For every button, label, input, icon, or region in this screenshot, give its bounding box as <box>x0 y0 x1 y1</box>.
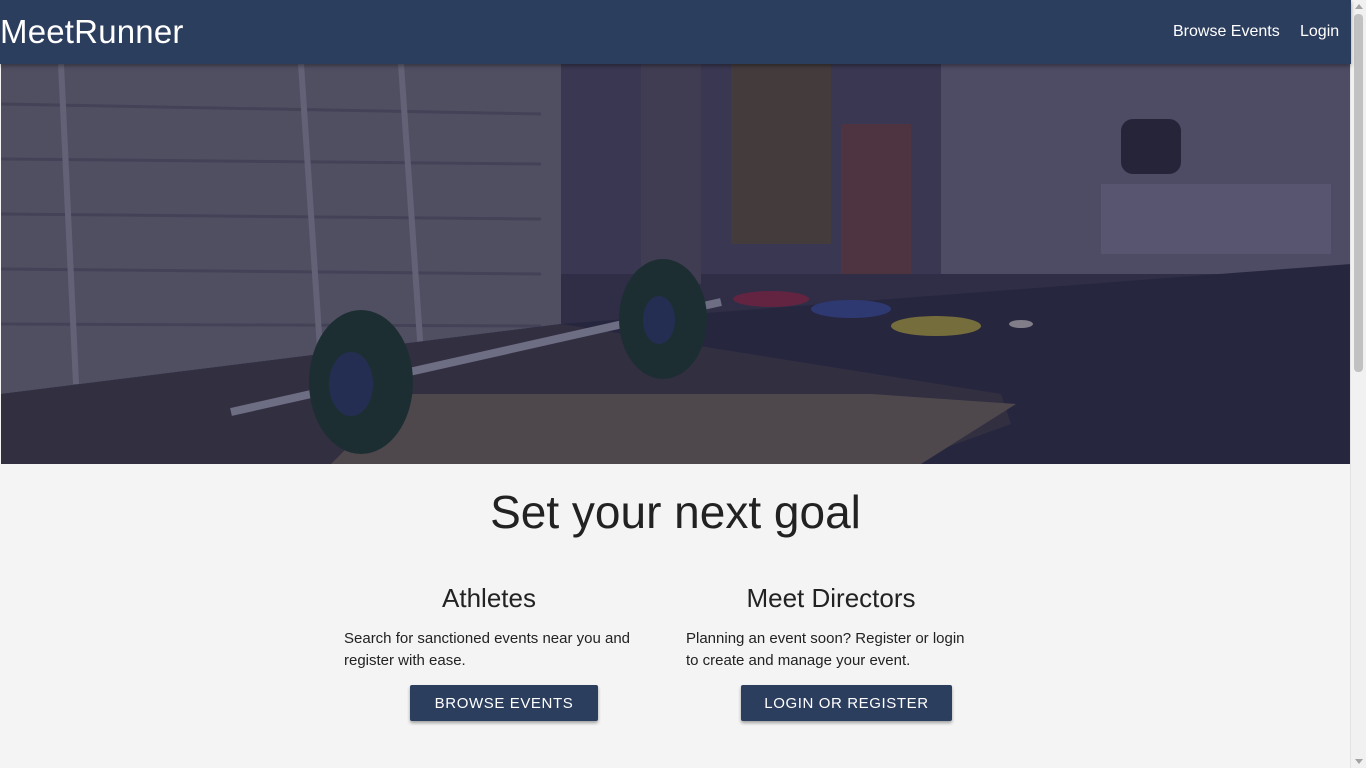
athletes-heading: Athletes <box>442 583 536 613</box>
browse-events-button[interactable]: BROWSE EVENTS <box>410 685 598 721</box>
scrollbar-thumb[interactable] <box>1354 14 1363 372</box>
page-headline: Set your next goal <box>490 486 861 538</box>
meet-directors-description: Planning an event soon? Register or logi… <box>686 630 965 669</box>
scroll-down-arrow-icon[interactable] <box>1355 759 1363 764</box>
athletes-section: Athletes Search for sanctioned events ne… <box>344 580 634 672</box>
meet-directors-section: Meet Directors Planning an event soon? R… <box>686 580 976 672</box>
meet-directors-heading: Meet Directors <box>746 583 916 613</box>
hero-gym-illustration <box>1 64 1351 464</box>
brand-logo-link[interactable]: MeetRunner <box>0 12 184 52</box>
login-or-register-button[interactable]: LOGIN OR REGISTER <box>741 685 952 721</box>
athletes-description: Search for sanctioned events near you an… <box>344 630 631 669</box>
top-navbar: MeetRunner Browse Events Login <box>0 0 1351 64</box>
hero-image <box>1 64 1351 464</box>
scroll-up-arrow-icon[interactable] <box>1355 4 1363 9</box>
vertical-scrollbar[interactable] <box>1350 0 1366 768</box>
nav-browse-events-link[interactable]: Browse Events <box>1173 21 1280 43</box>
nav-login-link[interactable]: Login <box>1300 21 1339 43</box>
